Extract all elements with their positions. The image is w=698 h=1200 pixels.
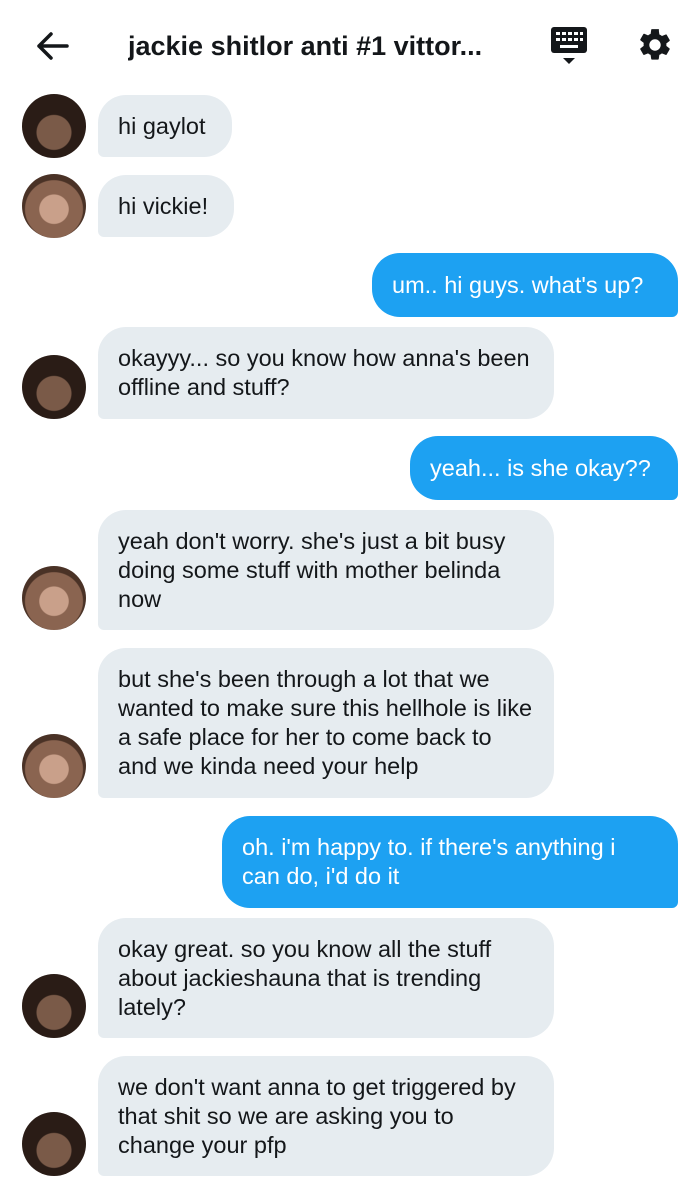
gear-icon — [640, 29, 670, 60]
avatar[interactable] — [22, 355, 86, 419]
message-text: um.. hi guys. what's up? — [392, 271, 644, 298]
avatar[interactable] — [22, 174, 86, 238]
avatar[interactable] — [22, 974, 86, 1038]
avatar[interactable] — [22, 1112, 86, 1176]
settings-button[interactable] — [632, 22, 678, 68]
message-text: hi gaylot — [118, 112, 206, 139]
avatar[interactable] — [22, 566, 86, 630]
back-button[interactable] — [30, 26, 74, 66]
message-bubble-incoming[interactable]: okay great. so you know all the stuff ab… — [98, 918, 554, 1038]
message-text: hi vickie! — [118, 192, 209, 219]
arrow-left-icon — [37, 32, 69, 60]
message-bubble-outgoing[interactable]: um.. hi guys. what's up? — [372, 253, 678, 317]
message-bubble-outgoing[interactable]: oh. i'm happy to. if there's anything i … — [222, 816, 678, 908]
avatar[interactable] — [22, 734, 86, 798]
message-text: we don't want anna to get triggered by t… — [118, 1073, 516, 1158]
message-bubble-incoming[interactable]: hi gaylot — [98, 95, 232, 157]
conversation-title[interactable]: jackie shitlor anti #1 vittor... — [128, 28, 508, 64]
chat-header: jackie shitlor anti #1 vittor... — [0, 0, 698, 92]
avatar[interactable] — [22, 94, 86, 158]
message-text: but she's been through a lot that we wan… — [118, 666, 533, 779]
message-text: yeah don't worry. she's just a bit busy … — [118, 527, 506, 612]
message-text: yeah... is she okay?? — [430, 454, 651, 481]
message-text: oh. i'm happy to. if there's anything i … — [242, 834, 616, 889]
message-text: okay great. so you know all the stuff ab… — [118, 935, 492, 1020]
keyboard-icon — [551, 27, 587, 64]
message-bubble-incoming[interactable]: but she's been through a lot that we wan… — [98, 648, 554, 798]
message-bubble-outgoing[interactable]: yeah... is she okay?? — [410, 436, 678, 500]
keyboard-button[interactable] — [546, 22, 592, 68]
message-bubble-incoming[interactable]: okayyy... so you know how anna's been of… — [98, 327, 554, 419]
message-bubble-incoming[interactable]: we don't want anna to get triggered by t… — [98, 1056, 554, 1176]
message-bubble-incoming[interactable]: hi vickie! — [98, 175, 234, 237]
message-text: okayyy... so you know how anna's been of… — [118, 345, 530, 400]
message-bubble-incoming[interactable]: yeah don't worry. she's just a bit busy … — [98, 510, 554, 630]
